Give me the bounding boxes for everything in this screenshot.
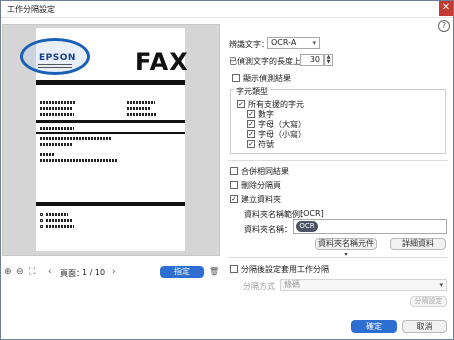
section-divider <box>228 257 448 258</box>
folder-name-elements-button[interactable]: 資料夾名稱元件 ▾ <box>315 238 377 258</box>
folder-name-label: 資料夾名稱： <box>244 225 292 234</box>
apply-separated-label: 分隔後設定套用工作分隔 <box>241 265 329 274</box>
show-result-checkbox[interactable] <box>232 74 240 82</box>
folder-name-elements-label: 資料夾名稱元件 <box>318 239 374 248</box>
page-text-line <box>40 137 112 140</box>
section-divider <box>228 160 448 161</box>
chevron-down-icon: ▾ <box>439 281 443 289</box>
folder-name-token[interactable]: OCR <box>296 221 318 232</box>
epson-logo: EPSON <box>39 53 76 63</box>
page-text-line <box>40 113 74 116</box>
page-text-line <box>127 101 155 104</box>
page-text-line <box>40 159 118 162</box>
all-supported-checkbox[interactable]: ✓ <box>237 100 245 108</box>
char-type-group-label: 字元類型 <box>234 86 270 97</box>
page-rule <box>36 120 185 123</box>
cancel-button[interactable]: 取消 <box>402 320 447 333</box>
recognize-text-label: 辨識文字： <box>229 40 269 49</box>
title-bar: 工作分隔設定 ✕ <box>1 1 453 18</box>
page-text-line <box>40 153 54 156</box>
page-rule <box>36 132 185 134</box>
prev-page-icon[interactable]: ‹ <box>48 267 52 277</box>
recognize-text-value: OCR-A <box>271 38 297 47</box>
symbols-checkbox[interactable]: ✓ <box>247 140 255 148</box>
separate-method-label: 分隔方式 <box>243 282 275 291</box>
page-text-line <box>46 219 72 222</box>
create-folder-checkbox[interactable]: ✓ <box>230 195 238 203</box>
all-supported-label: 所有支援的字元 <box>248 100 304 109</box>
page-text-line <box>127 107 151 110</box>
chevron-down-icon: ▾ <box>312 39 316 47</box>
designate-button[interactable]: 指定 <box>160 266 204 278</box>
create-folder-label: 建立資料夾 <box>241 195 281 204</box>
page-text-line <box>40 107 72 110</box>
max-length-input[interactable]: 30 <box>300 54 324 66</box>
page-indicator: 1 / 10 <box>82 268 106 277</box>
page-checkbox <box>40 219 43 222</box>
merge-results-checkbox[interactable] <box>230 167 238 175</box>
lowercase-checkbox[interactable]: ✓ <box>247 130 255 138</box>
separate-settings-button[interactable]: 分隔設定 <box>410 296 447 307</box>
page-text-line <box>40 127 74 130</box>
char-type-label: 符號 <box>258 140 274 149</box>
delete-separator-label: 刪除分隔頁 <box>241 181 281 190</box>
show-result-label: 顯示偵測結果 <box>243 74 291 83</box>
page-checkbox <box>40 213 43 216</box>
separate-method-select[interactable]: 條碼 ▾ <box>280 279 447 291</box>
delete-icon[interactable]: 🗑 <box>209 267 219 277</box>
page-text-line <box>127 113 157 116</box>
zoom-in-icon[interactable]: ⊕ <box>4 267 12 277</box>
close-button[interactable]: ✕ <box>439 1 453 16</box>
fit-page-icon[interactable]: ⛶ <box>29 267 35 277</box>
folder-example-value: [OCR] <box>300 209 324 218</box>
page-text-line <box>46 225 74 228</box>
next-page-icon[interactable]: › <box>112 267 116 277</box>
page-rule <box>36 202 185 206</box>
fax-heading: FAX <box>135 48 189 76</box>
page-checkbox <box>40 225 43 228</box>
ok-button[interactable]: 確定 <box>351 320 397 333</box>
zoom-out-icon[interactable]: ⊖ <box>16 267 24 277</box>
window-title: 工作分隔設定 <box>7 5 55 14</box>
recognize-text-select[interactable]: OCR-A ▾ <box>267 37 320 49</box>
separate-method-value: 條碼 <box>284 280 300 289</box>
page-text-line <box>40 143 72 146</box>
delete-separator-checkbox[interactable] <box>230 181 238 189</box>
page-label: 頁面： <box>60 269 84 278</box>
merge-results-label: 合併相同結果 <box>241 167 289 176</box>
digits-checkbox[interactable]: ✓ <box>247 110 255 118</box>
apply-separated-checkbox[interactable] <box>230 265 238 273</box>
help-icon[interactable]: ? <box>438 20 450 32</box>
page-rule <box>36 80 185 85</box>
uppercase-checkbox[interactable]: ✓ <box>247 120 255 128</box>
page-text-line <box>40 101 76 104</box>
page-text-line <box>46 213 68 216</box>
details-button[interactable]: 詳細資料 <box>390 238 446 250</box>
logo-underline <box>38 64 72 68</box>
spinner-arrows-icon[interactable]: ▲ ▼ <box>324 54 333 66</box>
